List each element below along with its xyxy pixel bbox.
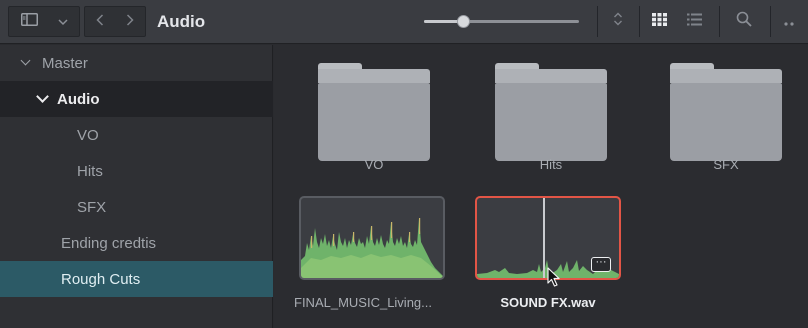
panel-toggle-icon: [20, 12, 38, 31]
folder-label: VO: [364, 157, 384, 172]
chevron-down-icon: [58, 13, 68, 31]
folder-icon-back: [318, 69, 430, 83]
bin-label: Hits: [77, 162, 103, 180]
panel-toggle-group: [8, 6, 80, 37]
folder-label: SFX: [713, 157, 739, 172]
clip-thumbnail-final-music[interactable]: [299, 196, 445, 280]
clip-label: FINAL_MUSIC_Living...: [294, 295, 432, 310]
search-button[interactable]: [724, 6, 764, 37]
folder-hits[interactable]: [495, 63, 607, 161]
bin-list-sidebar: Master Audio VO Hits SFX Ending credtis …: [0, 45, 273, 328]
waveform-graphic: [301, 218, 443, 278]
folder-icon-front: [495, 83, 607, 161]
folder-icon-back: [495, 69, 607, 83]
bin-item-rough-cuts[interactable]: Rough Cuts: [0, 261, 273, 297]
folder-label: Hits: [539, 157, 563, 172]
mouse-cursor-icon: [547, 267, 561, 292]
media-pool-window: Audio Master Audio VO Hits SFX Ending cr…: [0, 0, 808, 328]
sort-button[interactable]: [600, 6, 636, 37]
back-button[interactable]: [85, 7, 115, 36]
bin-label: VO: [77, 126, 99, 144]
chevron-down-icon[interactable]: [20, 55, 31, 66]
forward-icon: [126, 13, 134, 31]
search-icon: [736, 11, 752, 32]
bin-item-master[interactable]: Master: [0, 45, 273, 81]
folder-vo[interactable]: [318, 63, 430, 161]
bin-label: Master: [42, 54, 88, 72]
breadcrumb-title: Audio: [157, 12, 206, 31]
toolbar: Audio: [0, 0, 808, 44]
more-button[interactable]: [774, 6, 808, 37]
zoom-slider[interactable]: [424, 15, 579, 28]
bin-label: Ending credtis: [61, 234, 157, 252]
clip-label: SOUND FX.wav: [500, 295, 596, 310]
chevron-down-icon[interactable]: [36, 90, 49, 103]
sort-icon: [613, 12, 623, 31]
bin-item-sfx[interactable]: SFX: [0, 189, 273, 225]
bin-item-audio[interactable]: Audio: [0, 81, 273, 117]
zoom-slider-thumb[interactable]: [456, 15, 470, 28]
folder-icon-back: [670, 69, 782, 83]
bin-label: SFX: [77, 198, 107, 216]
panel-toggle-button[interactable]: [13, 7, 45, 36]
forward-button[interactable]: [115, 7, 145, 36]
media-content-area: VO Hits SFX FINAL_MUSIC_Living... ··· SO…: [274, 45, 808, 328]
bin-item-vo[interactable]: VO: [0, 117, 273, 153]
grid-view-button[interactable]: [643, 6, 675, 37]
grid-view-icon: [651, 12, 667, 31]
bin-label: Audio: [57, 90, 100, 108]
toolbar-divider: [597, 6, 598, 37]
back-icon: [96, 13, 104, 31]
bin-label: Rough Cuts: [61, 270, 141, 288]
more-icon: [784, 13, 798, 31]
folder-sfx[interactable]: [670, 63, 782, 161]
more-options-badge-icon[interactable]: ···: [591, 257, 611, 272]
folder-icon-front: [670, 83, 782, 161]
toolbar-divider: [770, 6, 771, 37]
panel-dropdown-button[interactable]: [49, 7, 77, 36]
bin-item-hits[interactable]: Hits: [0, 153, 273, 189]
toolbar-divider: [639, 6, 640, 37]
bin-item-ending-credits[interactable]: Ending credtis: [0, 225, 273, 261]
list-view-button[interactable]: [678, 6, 710, 37]
list-view-icon: [686, 13, 702, 31]
nav-group: [84, 6, 146, 37]
toolbar-divider: [719, 6, 720, 37]
folder-icon-front: [318, 83, 430, 161]
